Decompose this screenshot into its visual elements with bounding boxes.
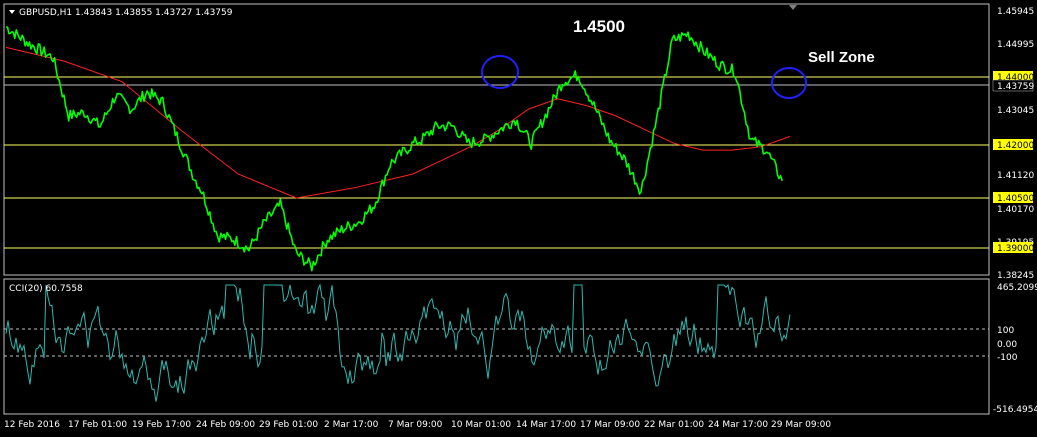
price-tick: 1.45945: [997, 7, 1034, 17]
cci-tick: 465.2099: [997, 283, 1037, 293]
cci-tick: 0.00: [997, 340, 1017, 350]
time-tick: 24 Feb 09:00: [196, 420, 255, 430]
time-tick: 7 Mar 09:00: [388, 420, 443, 430]
level-price-label: 1.39000: [997, 244, 1034, 254]
sell-zone-annotation: Sell Zone: [808, 49, 875, 66]
symbol-info-label: GBPUSD,H1 1.43843 1.43855 1.43727 1.4375…: [19, 8, 233, 18]
shift-marker-icon[interactable]: [789, 5, 797, 10]
level-annotation-1-4500: 1.4500: [573, 17, 625, 36]
time-tick: 14 Mar 17:00: [516, 420, 576, 430]
time-tick: 24 Mar 17:00: [708, 420, 768, 430]
level-price-label: 1.42000: [997, 141, 1034, 151]
triangle-down-icon[interactable]: [9, 10, 15, 14]
price-tick: 1.38245: [997, 271, 1034, 281]
cci-tick: 100: [997, 326, 1014, 336]
time-tick: 29 Mar 09:00: [771, 420, 831, 430]
level-price-label: 1.40500: [997, 194, 1034, 204]
time-tick: 10 Mar 01:00: [451, 420, 511, 430]
time-tick: 19 Feb 17:00: [132, 420, 191, 430]
cci-tick: -100: [997, 353, 1018, 363]
cci-line: [5, 283, 791, 402]
time-axis: 12 Feb 2016 17 Feb 01:00 19 Feb 17:00 24…: [4, 420, 831, 430]
cci-panel-frame: [3, 278, 990, 415]
cci-axis: 465.2099 100 0.00 -100 -516.4954: [993, 283, 1037, 415]
cci-info-label: CCI(20) 60.7558: [9, 284, 83, 294]
time-tick: 17 Feb 01:00: [68, 420, 127, 430]
circle-annotation-right[interactable]: [771, 67, 807, 99]
trading-chart[interactable]: 1.4500 Sell Zone GBPUSD,H1 1.43843 1.438…: [0, 0, 1037, 437]
cci-tick: -516.4954: [993, 405, 1037, 415]
time-tick: 29 Feb 01:00: [259, 420, 318, 430]
price-tick: 1.41120: [997, 171, 1034, 181]
time-tick: 12 Feb 2016: [4, 420, 60, 430]
price-tick: 1.43045: [997, 106, 1034, 116]
price-tick: 1.40170: [997, 205, 1034, 215]
circle-annotation-left[interactable]: [481, 55, 519, 89]
time-tick: 2 Mar 17:00: [324, 420, 379, 430]
price-axis: 1.45945 1.44995 1.43045 1.41120 1.40170 …: [992, 7, 1034, 281]
price-panel-frame: [3, 3, 990, 276]
moving-average-line: [5, 46, 791, 199]
price-tick: 1.44995: [997, 40, 1034, 50]
current-price-label: 1.43759: [997, 82, 1034, 92]
price-levels: [4, 76, 989, 249]
time-tick: 22 Mar 01:00: [644, 420, 704, 430]
time-tick: 17 Mar 09:00: [580, 420, 640, 430]
price-line: [5, 26, 783, 272]
